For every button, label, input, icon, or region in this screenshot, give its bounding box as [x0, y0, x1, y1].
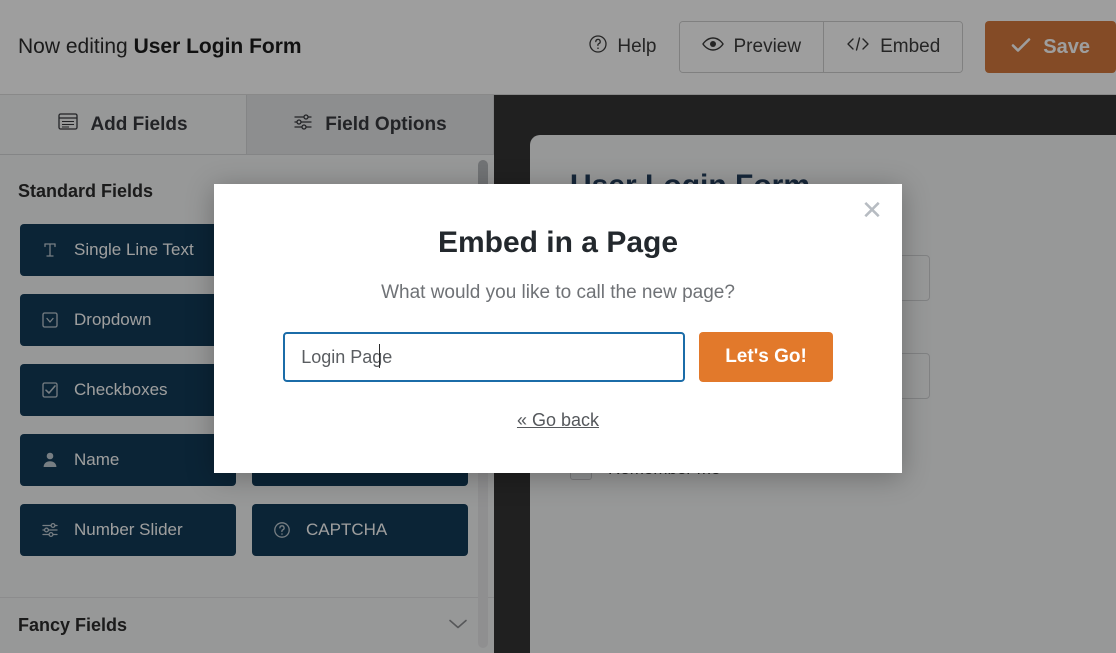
embed-button[interactable]: Embed: [823, 22, 963, 72]
now-editing-prefix: Now editing: [18, 35, 128, 58]
field-label: CAPTCHA: [306, 520, 388, 539]
checkbox-icon: [40, 380, 60, 400]
preview-embed-button-group: Preview Embed: [678, 21, 964, 73]
save-label: Save: [1043, 35, 1090, 58]
save-button[interactable]: Save: [985, 21, 1116, 73]
field-label: Checkboxes: [74, 380, 168, 399]
embed-label: Embed: [880, 36, 941, 57]
tab-add-fields-label: Add Fields: [90, 113, 188, 135]
chevron-down-icon: [448, 617, 468, 635]
field-button-dropdown[interactable]: Dropdown: [20, 294, 236, 346]
field-label: Dropdown: [74, 310, 152, 329]
dropdown-icon: [40, 310, 60, 330]
lets-go-button[interactable]: Let's Go!: [699, 332, 833, 382]
field-button-name[interactable]: Name: [20, 434, 236, 486]
text-cursor-icon: [40, 240, 60, 260]
header-actions: Help Preview Embed Save: [588, 0, 1116, 94]
modal-form-row: Let's Go!: [214, 332, 902, 382]
captcha-icon: [272, 520, 292, 540]
page-name-input[interactable]: [283, 332, 686, 382]
check-icon: [1011, 36, 1031, 59]
builder-tabs: Add Fields Field Options: [0, 95, 494, 155]
fancy-fields-section-toggle[interactable]: Fancy Fields: [0, 597, 494, 653]
field-label: Name: [74, 450, 120, 469]
field-button-checkboxes[interactable]: Checkboxes: [20, 364, 236, 416]
form-name: User Login Form: [133, 35, 302, 58]
field-button-single-line-text[interactable]: Single Line Text: [20, 224, 236, 276]
question-circle-icon: [588, 34, 608, 60]
help-label: Help: [617, 36, 657, 57]
preview-button[interactable]: Preview: [679, 22, 824, 72]
text-caret: [379, 344, 380, 368]
close-x-icon[interactable]: ✕: [858, 196, 886, 224]
page-title: Now editing User Login Form: [18, 35, 302, 59]
slider-icon: [40, 520, 60, 540]
user-icon: [40, 450, 60, 470]
tab-field-options[interactable]: Field Options: [247, 95, 494, 154]
preview-label: Preview: [733, 36, 802, 57]
screen-root: Now editing User Login Form Help Preview…: [0, 0, 1116, 653]
sliders-icon: [293, 113, 313, 137]
code-brackets-icon: [846, 36, 870, 58]
field-button-number-slider[interactable]: Number Slider: [20, 504, 236, 556]
help-button[interactable]: Help: [588, 34, 657, 60]
modal-subtitle: What would you like to call the new page…: [381, 282, 735, 303]
field-label: Number Slider: [74, 520, 183, 539]
tab-field-options-label: Field Options: [325, 113, 447, 135]
field-button-captcha[interactable]: CAPTCHA: [252, 504, 468, 556]
embed-in-page-modal: ✕ Embed in a Page What would you like to…: [214, 184, 902, 473]
fields-list-icon: [58, 113, 79, 136]
field-label: Single Line Text: [74, 240, 194, 259]
eye-icon: [701, 36, 724, 58]
modal-title: Embed in a Page: [437, 226, 679, 259]
go-back-link[interactable]: « Go back: [517, 410, 599, 430]
fancy-fields-heading: Fancy Fields: [18, 615, 128, 635]
tab-add-fields[interactable]: Add Fields: [0, 95, 247, 154]
go-back-wrapper: « Go back: [214, 410, 902, 431]
builder-header: Now editing User Login Form Help Preview…: [0, 0, 1116, 95]
